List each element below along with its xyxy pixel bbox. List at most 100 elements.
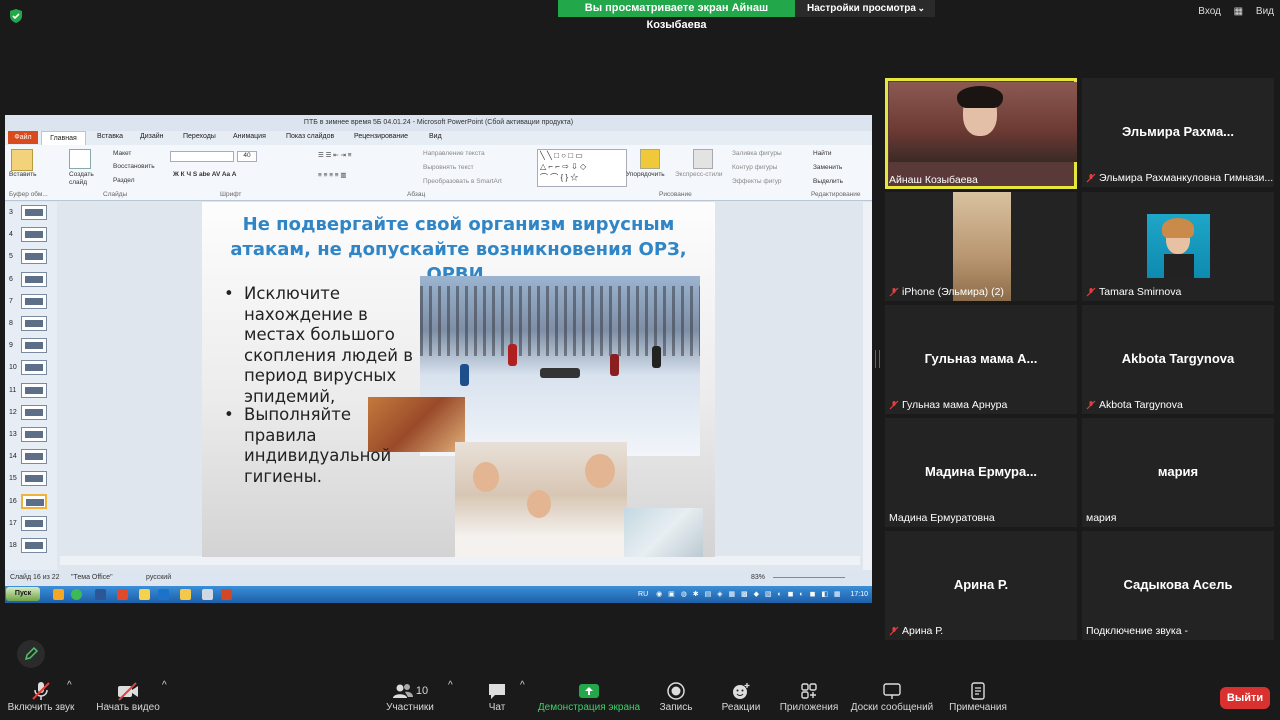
zoom-level[interactable]: 83% bbox=[751, 574, 765, 581]
apps-button[interactable]: Приложения bbox=[777, 680, 841, 713]
vertical-scrollbar[interactable] bbox=[863, 202, 872, 570]
tab-review[interactable]: Рецензирование bbox=[354, 133, 408, 140]
slide-thumbnail[interactable]: 13 bbox=[9, 426, 49, 443]
quick-styles-button[interactable]: Экспресс-стили bbox=[675, 171, 723, 178]
tab-view[interactable]: Вид bbox=[429, 133, 442, 140]
list-buttons[interactable]: ☰ ☰ ⇤ ⇥ ≡ bbox=[318, 151, 352, 159]
chevron-up-icon[interactable]: ^ bbox=[67, 680, 72, 691]
annotate-button[interactable] bbox=[17, 640, 45, 668]
shape-fill-button[interactable]: Заливка фигуры bbox=[732, 150, 782, 157]
slide-thumbnail[interactable]: 18 bbox=[9, 537, 49, 554]
share-screen-button[interactable]: Демонстрация экрана bbox=[537, 680, 641, 713]
font-style-buttons[interactable]: Ж К Ч S abe AV Aa A bbox=[173, 171, 236, 178]
participant-tile[interactable]: Гульназ мама А... Гульназ мама Арнура bbox=[885, 305, 1077, 414]
app-icon[interactable] bbox=[139, 589, 150, 600]
new-slide-icon[interactable] bbox=[69, 149, 91, 169]
slide-thumbnail[interactable]: 17 bbox=[9, 515, 49, 532]
font-name-input[interactable] bbox=[170, 151, 234, 162]
tab-slideshow[interactable]: Показ слайдов bbox=[286, 133, 334, 140]
align-buttons[interactable]: ≡ ≡ ≡ ≡ ▥ bbox=[318, 171, 347, 179]
whiteboard-button[interactable]: Доски сообщений bbox=[849, 680, 935, 713]
quick-styles-icon[interactable] bbox=[693, 149, 713, 169]
slide-thumbnail[interactable]: 7 bbox=[9, 293, 49, 310]
record-button[interactable]: Запись bbox=[656, 680, 696, 713]
folder-icon[interactable] bbox=[180, 589, 191, 600]
slide-thumbnail[interactable]: 12 bbox=[9, 404, 49, 421]
view-menu-button[interactable]: ▦ Вид bbox=[1234, 6, 1274, 17]
tab-file[interactable]: Файл bbox=[8, 131, 38, 144]
font-size-input[interactable]: 40 bbox=[237, 151, 257, 162]
participant-tile[interactable]: Садыкова Асель Подключение звука - bbox=[1082, 531, 1274, 640]
enter-fullscreen-button[interactable]: Вход bbox=[1198, 6, 1221, 17]
keyboard-language[interactable]: RU bbox=[638, 591, 648, 598]
start-button[interactable]: Пуск bbox=[6, 587, 40, 601]
chrome-icon[interactable] bbox=[71, 589, 82, 600]
notes-button[interactable]: Примечания bbox=[945, 680, 1011, 713]
slide-thumbnail[interactable]: 14 bbox=[9, 448, 49, 465]
shape-outline-button[interactable]: Контур фигуры bbox=[732, 164, 777, 171]
slide-thumbnail[interactable]: 5 bbox=[9, 248, 49, 265]
participant-tile[interactable]: Tamara Smirnova bbox=[1082, 192, 1274, 301]
chat-button[interactable]: Чат bbox=[480, 680, 514, 713]
layout-button[interactable]: Макет bbox=[113, 150, 131, 157]
word-icon[interactable] bbox=[95, 589, 106, 600]
chevron-up-icon[interactable]: ^ bbox=[520, 680, 525, 691]
slide-thumbnail[interactable]: 9 bbox=[9, 337, 49, 354]
slide-thumbnail-preview bbox=[21, 515, 47, 531]
participant-tile[interactable]: iPhone (Эльмира) (2) bbox=[885, 192, 1077, 301]
tab-animation[interactable]: Анимация bbox=[233, 133, 266, 140]
participants-button[interactable]: 10 Участники bbox=[383, 680, 437, 713]
slide-thumbnail[interactable]: 6 bbox=[9, 271, 49, 288]
shapes-gallery[interactable]: ╲ ╲ □ ○ □ ▭ △ ⌐ ⌐ ⇨ ⇩ ◇ ⌒ ⌒ { } ☆ bbox=[537, 149, 627, 187]
slide-thumbnail[interactable]: 16 bbox=[9, 493, 49, 510]
section-button[interactable]: Раздел bbox=[113, 177, 134, 184]
tab-transitions[interactable]: Переходы bbox=[183, 133, 216, 140]
zoom-slider[interactable] bbox=[773, 577, 845, 578]
panel-splitter[interactable] bbox=[875, 350, 880, 368]
participant-tile[interactable]: Арина Р. Арина Р. bbox=[885, 531, 1077, 640]
reactions-button[interactable]: Реакции bbox=[718, 680, 764, 713]
smartart-button[interactable]: Преобразовать в SmartArt bbox=[423, 178, 502, 185]
slide-thumbnail[interactable]: 4 bbox=[9, 226, 49, 243]
explorer-icon[interactable] bbox=[53, 589, 64, 600]
shape-effects-button[interactable]: Эффекты фигур bbox=[732, 178, 782, 185]
chevron-up-icon[interactable]: ^ bbox=[448, 680, 453, 691]
shield-icon[interactable] bbox=[8, 8, 24, 24]
app-icon[interactable] bbox=[117, 589, 128, 600]
text-direction-button[interactable]: Направление текста bbox=[423, 150, 485, 157]
powerpoint-icon[interactable] bbox=[221, 589, 232, 600]
participant-tile[interactable]: Мадина Ермура... Мадина Ермуратовна bbox=[885, 418, 1077, 527]
language[interactable]: русский bbox=[146, 574, 171, 581]
slide-thumbnail[interactable]: 10 bbox=[9, 359, 49, 376]
slide-thumbnail[interactable]: 11 bbox=[9, 382, 49, 399]
arrange-icon[interactable] bbox=[640, 149, 660, 169]
paste-icon[interactable] bbox=[11, 149, 33, 171]
participant-tile[interactable]: Айнаш Козыбаева bbox=[885, 78, 1077, 189]
select-button[interactable]: Выделить bbox=[813, 178, 843, 185]
tab-insert[interactable]: Вставка bbox=[97, 133, 123, 140]
replace-button[interactable]: Заменить bbox=[813, 164, 842, 171]
tab-home[interactable]: Главная bbox=[41, 131, 86, 145]
tab-design[interactable]: Дизайн bbox=[140, 133, 164, 140]
align-text-button[interactable]: Выровнять текст bbox=[423, 164, 474, 171]
slide-thumbnail[interactable]: 8 bbox=[9, 315, 49, 332]
participant-tile[interactable]: Эльмира Рахма... Эльмира Рахманкуловна Г… bbox=[1082, 78, 1274, 187]
view-settings-button[interactable]: Настройки просмотра ⌄ bbox=[795, 0, 935, 17]
zoom-app-icon[interactable] bbox=[158, 589, 169, 600]
create-slide-button[interactable]: Создать слайд bbox=[69, 171, 97, 187]
slide-thumbnail[interactable]: 3 bbox=[9, 204, 49, 221]
leave-button[interactable]: Выйти bbox=[1220, 687, 1270, 709]
start-video-button[interactable]: Начать видео bbox=[95, 680, 161, 713]
horizontal-scrollbar[interactable] bbox=[60, 556, 860, 565]
chevron-up-icon[interactable]: ^ bbox=[162, 680, 167, 691]
arrange-button[interactable]: Упорядочить bbox=[626, 171, 665, 178]
paste-button[interactable]: Вставить bbox=[9, 171, 37, 178]
slide-thumbnail[interactable]: 15 bbox=[9, 470, 49, 487]
find-button[interactable]: Найти bbox=[813, 150, 832, 157]
app-icon[interactable] bbox=[202, 589, 213, 600]
participant-tile[interactable]: Akbota Targynova Akbota Targynova bbox=[1082, 305, 1274, 414]
participant-tile[interactable]: мария мария bbox=[1082, 418, 1274, 527]
tray-icons[interactable]: ◉ ▣ ◍ ✱ ▤ ◈ ▦ ▩ ◆ ▧ ◐ ◼ ◐ ◼ ◧ ▦ bbox=[656, 591, 842, 598]
unmute-button[interactable]: Включить звук bbox=[6, 680, 76, 713]
restore-button[interactable]: Восстановить bbox=[113, 163, 155, 170]
